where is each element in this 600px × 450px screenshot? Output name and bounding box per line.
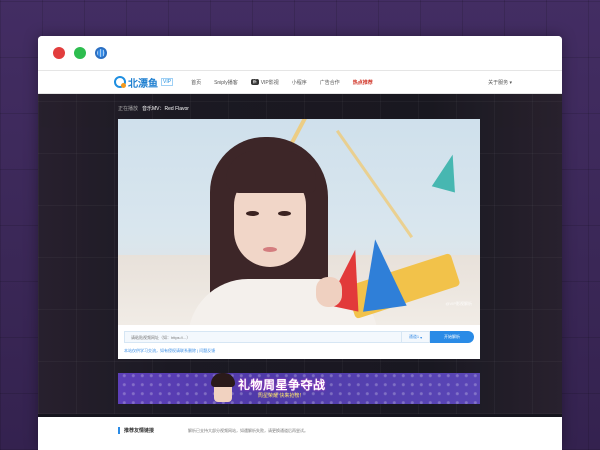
- site-logo[interactable]: 北漂鱼 VIP: [114, 75, 174, 90]
- main-content: 正在播放 音乐MV：Red Flavor @VIP影视解析 请粘贴视频网址（如：…: [38, 94, 562, 450]
- nav-item-home[interactable]: 首页: [191, 79, 201, 86]
- video-teal-cone: [431, 151, 465, 193]
- nav-item-label: 首页: [191, 79, 202, 86]
- video-player[interactable]: @VIP影视解析: [118, 119, 480, 325]
- nav-item-label: Sniply播客: [214, 79, 238, 86]
- nav-item-miniprogram[interactable]: 小程序: [292, 79, 307, 86]
- player-card: @VIP影视解析 通道1 ▾ 开始解析 本站仅供学习交流，如有侵权请联系删除 |…: [118, 119, 480, 359]
- now-playing-title: 音乐MV：Red Flavor: [142, 106, 189, 112]
- source-select[interactable]: 通道1 ▾: [402, 331, 430, 343]
- now-playing-prefix: 正在播放: [118, 106, 139, 112]
- site-navbar: 北漂鱼 VIP 首页 Sniply播客 新 VIP影视 小程序 广告合作 热点推荐…: [38, 70, 562, 94]
- about-menu[interactable]: 关于服务 ▾: [488, 79, 512, 86]
- banner-subtitle: 周星荣耀 快来抢榜！: [258, 393, 305, 399]
- footer-description: 解析已支持大部分视频网站，如遇解析失败，请更换通道后再尝试。: [188, 428, 308, 433]
- video-watermark: @VIP影视解析: [445, 301, 472, 306]
- nav-item-label: 热点推荐: [352, 79, 373, 86]
- window-titlebar: [38, 36, 562, 70]
- fish-logo-icon: [114, 76, 126, 88]
- nav-item-label: 广告合作: [319, 79, 340, 86]
- video-hand: [316, 277, 342, 307]
- nav-item-label: VIP影视: [260, 79, 279, 86]
- nav-item-podcast[interactable]: Sniply播客: [214, 79, 238, 86]
- nav-item-vip[interactable]: 新 VIP影视: [250, 79, 279, 86]
- video-lips: [263, 247, 277, 252]
- now-playing-bar: 正在播放 音乐MV：Red Flavor: [118, 105, 189, 112]
- footer-section: 推荐友情链接 解析已支持大部分视频网站，如遇解析失败，请更换通道后再尝试。: [38, 417, 562, 450]
- maximize-window-dot[interactable]: [74, 47, 86, 59]
- banner-title: 礼物周星争夺战: [238, 378, 326, 392]
- globe-icon[interactable]: [95, 47, 107, 59]
- video-url-input[interactable]: [124, 331, 402, 343]
- video-eye: [278, 211, 291, 216]
- parse-search-row: 通道1 ▾ 开始解析: [124, 331, 474, 343]
- close-window-dot[interactable]: [53, 47, 65, 59]
- notice-text[interactable]: 本站仅供学习交流，如有侵权请联系删除 | 问题反馈: [124, 348, 215, 354]
- chevron-down-icon: ▾: [420, 334, 423, 340]
- video-yellow-line: [335, 129, 414, 239]
- banner-avatar-icon: [211, 373, 235, 402]
- nav-item-label: 小程序: [291, 79, 307, 86]
- logo-text: 北漂鱼: [128, 78, 158, 90]
- nav-item-ads[interactable]: 广告合作: [320, 79, 340, 86]
- parse-button[interactable]: 开始解析: [430, 331, 474, 343]
- logo-badge: VIP: [161, 77, 174, 86]
- source-select-label: 通道1: [408, 334, 420, 339]
- promo-banner[interactable]: 礼物周星争夺战 周星荣耀 快来抢榜！: [118, 373, 480, 404]
- new-badge: 新: [250, 79, 259, 85]
- video-bangs: [226, 151, 316, 193]
- footer-heading: 推荐友情链接: [118, 427, 154, 434]
- video-eye: [246, 211, 259, 216]
- browser-window: 北漂鱼 VIP 首页 Sniply播客 新 VIP影视 小程序 广告合作 热点推荐…: [38, 36, 562, 450]
- nav-item-hot[interactable]: 热点推荐: [353, 79, 373, 86]
